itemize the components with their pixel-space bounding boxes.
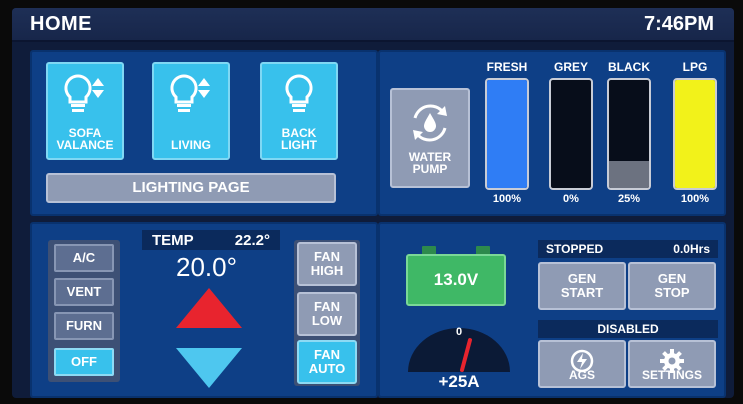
sofa-valance-label: SOFA VALANCE [56, 125, 114, 153]
top-bar: HOME 7:46PM [12, 8, 734, 42]
black-tank: BLACK 25% [606, 60, 652, 205]
battery-voltage-button[interactable]: 13.0V [406, 254, 506, 306]
living-label: LIVING [170, 138, 211, 153]
mode-off-button[interactable]: OFF [54, 348, 114, 376]
black-tank-gauge [607, 78, 651, 190]
gen-stop-button[interactable]: GEN STOP [628, 262, 716, 310]
gauge-zero-label: 0 [455, 326, 463, 338]
mode-vent-button[interactable]: VENT [54, 278, 114, 306]
grey-tank-label: GREY [553, 60, 588, 74]
temp-up-arrow-icon[interactable] [174, 286, 244, 330]
climate-panel: A/C VENT FURN OFF TEMP 22.2° 20.0° FAN H… [30, 222, 378, 398]
settings-button[interactable]: SETTINGS [628, 340, 716, 388]
ags-button[interactable]: AGS [538, 340, 626, 388]
bulb-dimmer-icon [170, 74, 210, 112]
fresh-tank-fill [487, 80, 527, 188]
bulb-dimmer-icon [64, 74, 104, 112]
water-pump-label: WATER PUMP [408, 149, 452, 177]
gen-start-button[interactable]: GEN START [538, 262, 626, 310]
water-pump-icon [413, 104, 447, 142]
power-panel: 13.0V 0 +25A STOPPED 0.0Hrs GEN START GE… [378, 222, 726, 398]
fresh-tank: FRESH 100% [484, 60, 530, 205]
generator-hours: 0.0Hrs [673, 242, 710, 256]
temp-setpoint: 20.0° [176, 252, 238, 282]
living-light-button[interactable]: LIVING [152, 62, 230, 160]
fresh-tank-label: FRESH [486, 60, 528, 74]
lighting-panel: SOFA VALANCE LIVING BACK LIGHT LIGHTING … [30, 50, 378, 216]
battery-terminal-positive [476, 246, 490, 254]
fan-low-button[interactable]: FAN LOW [297, 292, 357, 336]
tanks-panel: WATER PUMP FRESH 100% GREY 0% BLACK 25% … [378, 50, 726, 216]
amps-readout: +25A [438, 372, 480, 391]
generator-state: STOPPED [546, 242, 604, 256]
fan-high-button[interactable]: FAN HIGH [297, 242, 357, 286]
mode-furn-button[interactable]: FURN [54, 312, 114, 340]
water-pump-button[interactable]: WATER PUMP [390, 88, 470, 188]
grey-tank-percent: 0% [563, 193, 579, 205]
lighting-page-button[interactable]: LIGHTING PAGE [46, 173, 336, 203]
lpg-tank-gauge [673, 78, 717, 190]
bulb-icon [285, 74, 313, 112]
battery-terminal-negative [422, 246, 436, 254]
battery-terminals [416, 246, 496, 254]
mode-ac-button[interactable]: A/C [54, 244, 114, 272]
grey-tank: GREY 0% [548, 60, 594, 205]
black-tank-percent: 25% [617, 193, 641, 205]
fan-mode-group: FAN HIGH FAN LOW FAN AUTO [294, 240, 360, 386]
grey-tank-gauge [549, 78, 593, 190]
hvac-mode-group: A/C VENT FURN OFF [48, 240, 120, 382]
generator-status: STOPPED 0.0Hrs [538, 240, 718, 258]
amp-gauge: 0 +25A [404, 324, 514, 391]
back-light-label: BACK LIGHT [281, 125, 317, 153]
lpg-tank-label: LPG [682, 60, 708, 74]
sofa-valance-light-button[interactable]: SOFA VALANCE [46, 62, 124, 160]
temp-label: TEMP [152, 231, 194, 249]
black-tank-fill [609, 161, 649, 188]
clock: 7:46PM [643, 13, 714, 35]
home-screen: HOME 7:46PM SOFA VALANCE LIVING BACK LIG… [12, 8, 734, 398]
temp-current: 22.2° [234, 231, 270, 249]
lpg-tank-fill [675, 80, 715, 188]
temp-down-arrow-icon[interactable] [174, 346, 244, 390]
back-light-button[interactable]: BACK LIGHT [260, 62, 338, 160]
page-title: HOME [30, 13, 92, 35]
temp-readout: TEMP 22.2° [142, 230, 280, 250]
gear-icon [660, 349, 684, 373]
fresh-tank-gauge [485, 78, 529, 190]
black-tank-label: BLACK [608, 60, 650, 74]
fresh-tank-percent: 100% [492, 193, 522, 205]
ags-power-icon [570, 349, 594, 373]
ags-status: DISABLED [538, 320, 718, 338]
fan-auto-button[interactable]: FAN AUTO [297, 340, 357, 384]
lpg-tank-percent: 100% [680, 193, 710, 205]
lpg-tank: LPG 100% [672, 60, 718, 205]
